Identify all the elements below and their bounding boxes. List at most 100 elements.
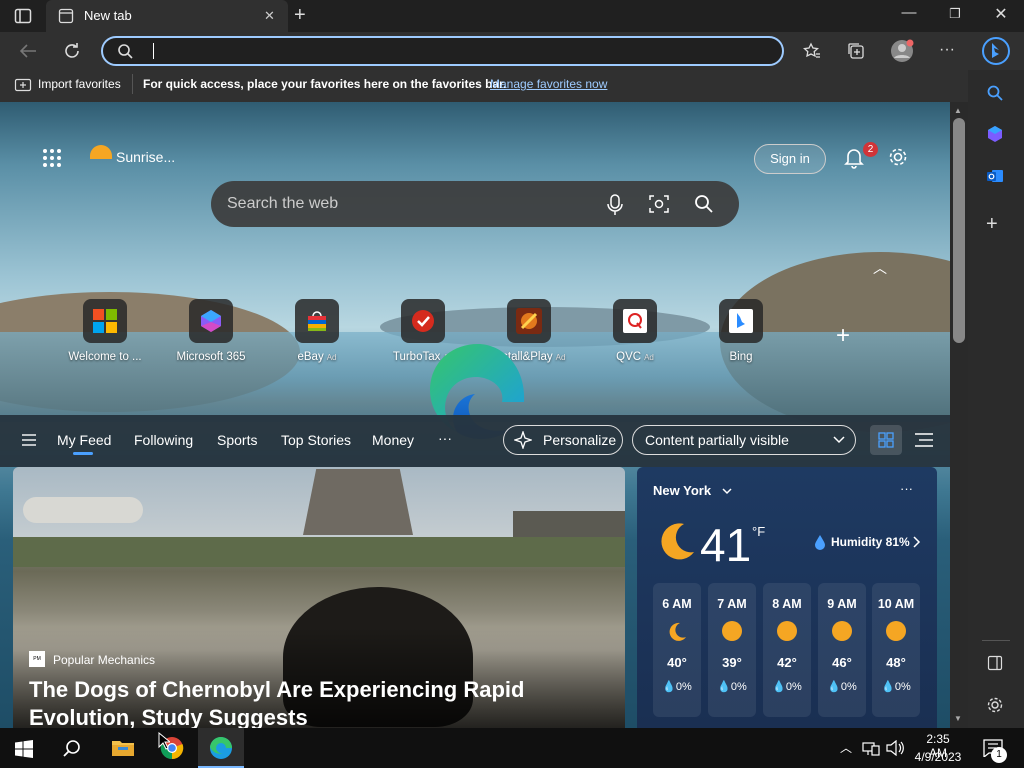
scroll-up-icon[interactable]: ▲ — [954, 106, 962, 115]
quick-link[interactable]: Bing — [691, 299, 791, 369]
hourly-forecast-item: 9 AM 46° 💧0% — [818, 583, 866, 717]
sidebar-m365-icon[interactable] — [986, 125, 1004, 143]
volume-icon[interactable] — [886, 740, 904, 756]
feed-tab-top-stories[interactable]: Top Stories — [281, 432, 351, 448]
feed-tab-my-feed[interactable]: My Feed — [57, 432, 111, 448]
refresh-icon[interactable] — [62, 41, 82, 61]
search-icon — [117, 43, 133, 59]
quick-link-label: Bing — [729, 351, 753, 363]
sidebar-search-icon[interactable] — [986, 84, 1004, 102]
taskbar-search-icon[interactable] — [63, 739, 81, 757]
import-favorites-button[interactable]: Import favorites — [38, 77, 121, 91]
manage-favorites-link[interactable]: Manage favorites now — [490, 77, 607, 91]
quick-link-label: Microsoft 365 — [176, 351, 246, 363]
grass — [13, 537, 625, 567]
feed-menu-icon[interactable] — [22, 434, 36, 446]
sidebar-settings-icon[interactable] — [986, 696, 1004, 714]
article-headline[interactable]: The Dogs of Chernobyl Are Experiencing R… — [29, 676, 609, 732]
ad-label: Ad — [644, 353, 654, 362]
feed-tab-money[interactable]: Money — [372, 432, 414, 448]
minimize-icon[interactable]: — — [886, 4, 932, 28]
microphone-icon[interactable] — [606, 194, 624, 216]
feed-more-button[interactable]: ··· — [438, 430, 452, 446]
close-window-icon[interactable]: ✕ — [978, 4, 1024, 28]
current-temperature: 41 — [700, 519, 752, 571]
publisher-logo: PM — [29, 651, 45, 667]
ad-label: Ad — [326, 353, 337, 362]
notification-badge: 2 — [863, 142, 878, 157]
apps-launcher-icon[interactable] — [42, 148, 62, 168]
quick-link-label: eBay — [297, 351, 324, 363]
feed-tab-sports[interactable]: Sports — [217, 432, 257, 448]
visual-search-icon[interactable] — [649, 194, 669, 214]
sidebar-add-icon[interactable]: + — [986, 213, 998, 236]
hourly-forecast-item: 10 AM 48° 💧0% — [872, 583, 920, 717]
ad-label: Ad — [555, 353, 566, 362]
collections-icon[interactable] — [847, 42, 865, 60]
weather-short[interactable]: Sunrise... — [116, 149, 175, 165]
tank — [23, 497, 143, 523]
hour-precip: 0% — [785, 681, 802, 693]
sign-in-button[interactable]: Sign in — [754, 144, 826, 174]
hour-precip: 0% — [840, 681, 857, 693]
favorites-message: For quick access, place your favorites h… — [143, 77, 507, 91]
precip-drop-icon: 💧 — [827, 681, 841, 693]
hour-time: 9 AM — [827, 597, 857, 611]
weather-more-button[interactable]: ··· — [900, 481, 913, 496]
tab-actions-icon[interactable] — [14, 7, 32, 25]
scrollbar-thumb[interactable] — [953, 118, 965, 343]
list-view-icon[interactable] — [915, 433, 933, 447]
notifications-bell-icon[interactable] — [844, 147, 864, 169]
address-bar[interactable] — [101, 36, 784, 66]
tab-close-icon[interactable]: ✕ — [264, 8, 275, 24]
quick-link[interactable]: QVC Ad — [585, 299, 685, 369]
humidity-drop-icon — [812, 534, 828, 550]
profile-avatar-icon[interactable] — [890, 39, 914, 63]
microsoft-logo-icon — [83, 299, 127, 343]
hour-precip: 0% — [894, 681, 911, 693]
precip-drop-icon: 💧 — [717, 681, 731, 693]
add-quick-link-icon[interactable]: + — [836, 322, 850, 350]
back-icon[interactable] — [18, 42, 38, 60]
humidity-chevron-icon[interactable] — [912, 535, 922, 549]
hour-time: 10 AM — [877, 597, 915, 611]
clock-date[interactable]: 4/9/2023 — [912, 750, 964, 764]
hour-time: 6 AM — [662, 597, 692, 611]
restore-icon[interactable]: ❐ — [932, 6, 978, 30]
grid-view-icon — [878, 432, 894, 448]
tab-title: New tab — [84, 8, 132, 23]
action-center-badge: 1 — [991, 747, 1007, 763]
favorites-star-icon[interactable] — [803, 42, 821, 60]
weather-location[interactable]: New York — [653, 483, 711, 498]
quick-link[interactable]: eBay Ad — [267, 299, 367, 369]
new-tab-button[interactable]: + — [294, 4, 306, 27]
windows-start-icon[interactable] — [15, 740, 33, 758]
search-submit-icon[interactable] — [694, 194, 714, 214]
active-tab-indicator — [73, 452, 93, 455]
feed-tab-following[interactable]: Following — [134, 432, 193, 448]
file-explorer-icon[interactable] — [111, 738, 135, 758]
hour-time: 7 AM — [717, 597, 747, 611]
network-icon[interactable] — [862, 740, 880, 756]
settings-more-icon[interactable]: ··· — [939, 41, 955, 59]
bing-chat-icon[interactable] — [981, 36, 1011, 66]
hour-precip: 0% — [675, 681, 692, 693]
tab-new-tab[interactable] — [46, 0, 288, 32]
quick-link[interactable]: Welcome to ... — [55, 299, 155, 369]
sidebar-hide-icon[interactable] — [987, 655, 1003, 671]
sun-icon — [886, 621, 906, 641]
ebay-bag-icon — [295, 299, 339, 343]
mouse-cursor-icon — [158, 732, 170, 750]
collapse-chevron-icon[interactable]: ︿ — [873, 258, 887, 278]
scroll-down-icon[interactable]: ▼ — [954, 714, 962, 723]
location-chevron-icon[interactable] — [721, 485, 733, 497]
tray-chevron-icon[interactable]: ︿ — [840, 739, 852, 756]
qvc-q-icon — [613, 299, 657, 343]
humidity-value: Humidity 81% — [831, 535, 910, 549]
favbar-divider — [132, 74, 133, 94]
page-settings-gear-icon[interactable] — [888, 147, 908, 167]
precip-drop-icon: 💧 — [881, 681, 895, 693]
hour-temp: 46° — [832, 655, 852, 670]
sidebar-outlook-icon[interactable] — [986, 167, 1004, 185]
quick-link[interactable]: Microsoft 365 — [161, 299, 261, 369]
